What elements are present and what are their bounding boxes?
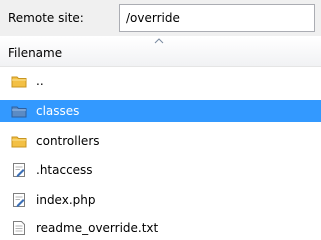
- filename-header-label: Filename: [8, 46, 63, 60]
- list-item-classes[interactable]: classes: [0, 100, 321, 122]
- list-item-label: .htaccess: [36, 163, 93, 177]
- sort-ascending-icon: [154, 38, 164, 44]
- file-edit-icon: [13, 193, 25, 207]
- folder-icon: [11, 106, 27, 118]
- list-item-label: readme_override.txt: [36, 221, 159, 235]
- list-item-readme-override[interactable]: readme_override.txt: [0, 217, 321, 239]
- list-item-label: ..: [36, 74, 44, 88]
- remote-path-input[interactable]: /override: [119, 4, 315, 32]
- text-file-icon: [13, 221, 25, 235]
- list-item-label: controllers: [36, 134, 100, 148]
- remote-site-bar: Remote site: /override: [0, 0, 321, 36]
- filename-column-header[interactable]: Filename: [0, 37, 321, 67]
- list-item-parent-directory[interactable]: ..: [0, 70, 321, 92]
- folder-icon: [11, 136, 27, 148]
- list-item-label: index.php: [36, 193, 96, 207]
- list-item-index-php[interactable]: index.php: [0, 189, 321, 211]
- remote-site-label: Remote site:: [8, 11, 84, 25]
- list-item-htaccess[interactable]: .htaccess: [0, 159, 321, 181]
- list-item-controllers[interactable]: controllers: [0, 130, 321, 152]
- folder-up-icon: [11, 76, 27, 88]
- file-edit-icon: [13, 163, 25, 177]
- list-item-label: classes: [36, 104, 80, 118]
